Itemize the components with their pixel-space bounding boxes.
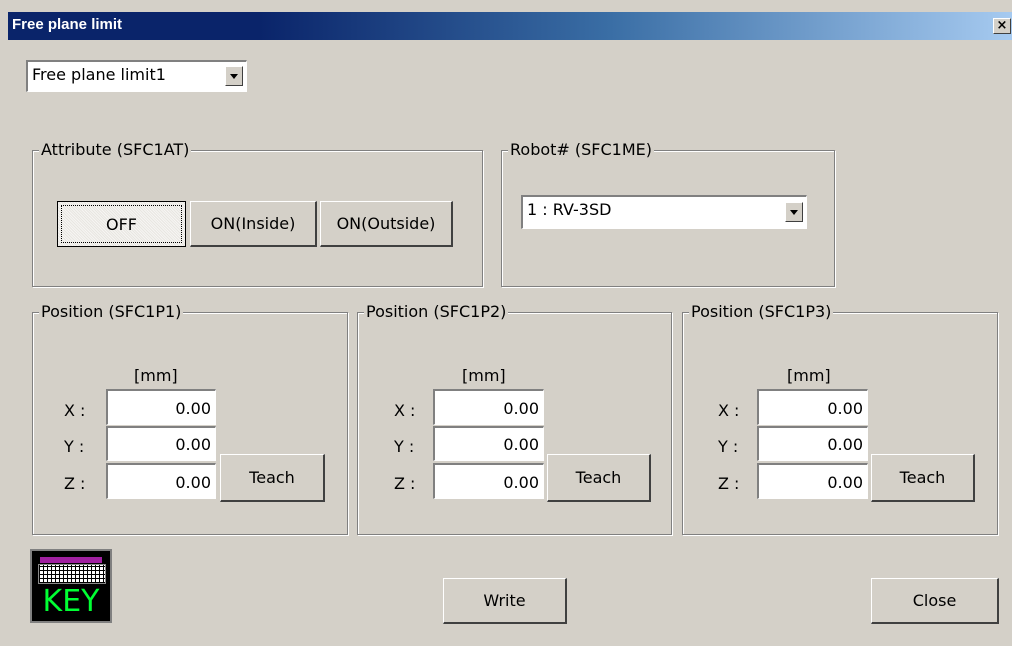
robot-legend: Robot# (SFC1ME) [508, 140, 655, 159]
title-bar: Free plane limit × [8, 12, 1012, 40]
z-label-p1: Z : [64, 474, 86, 493]
attribute-on-inside-button[interactable]: ON(Inside) [190, 201, 317, 247]
y-label-p3: Y : [718, 437, 739, 456]
z-field-p2[interactable]: 0.00 [433, 463, 544, 499]
z-value-p3: 0.00 [827, 473, 863, 492]
key-label: KEY [42, 584, 100, 619]
position-legend-p2: Position (SFC1P2) [364, 302, 509, 321]
z-label-p3: Z : [718, 474, 740, 493]
z-field-p3[interactable]: 0.00 [757, 463, 868, 499]
write-button[interactable]: Write [443, 578, 567, 624]
chevron-down-icon[interactable] [225, 66, 243, 86]
y-field-p1[interactable]: 0.00 [106, 426, 216, 461]
close-button[interactable]: Close [871, 578, 999, 624]
plane-select[interactable]: Free plane limit1 [26, 60, 247, 92]
unit-label-p2: [mm] [462, 366, 506, 385]
keyboard-key-icon[interactable]: KEY [30, 549, 112, 623]
y-label-p2: Y : [394, 437, 415, 456]
plane-select-value: Free plane limit1 [32, 65, 166, 84]
robot-select[interactable]: 1 : RV-3SD [521, 195, 807, 229]
x-value-p2: 0.00 [503, 399, 539, 418]
teach-button-p3[interactable]: Teach [871, 454, 975, 502]
z-value-p1: 0.00 [175, 473, 211, 492]
y-label-p1: Y : [64, 437, 85, 456]
unit-label-p3: [mm] [787, 366, 831, 385]
chevron-down-icon[interactable] [785, 202, 803, 222]
free-plane-limit-dialog: Free plane limit × Free plane limit1 Att… [0, 0, 1012, 646]
z-label-p2: Z : [394, 474, 416, 493]
attribute-on-outside-button[interactable]: ON(Outside) [320, 201, 453, 247]
x-value-p3: 0.00 [827, 399, 863, 418]
attribute-off-button[interactable]: OFF [57, 201, 186, 247]
position-legend-p1: Position (SFC1P1) [39, 302, 184, 321]
y-value-p1: 0.00 [175, 435, 211, 454]
keyboard-keys [38, 564, 106, 584]
teach-button-p1[interactable]: Teach [220, 454, 325, 502]
z-field-p1[interactable]: 0.00 [106, 463, 216, 499]
y-field-p2[interactable]: 0.00 [433, 426, 544, 461]
x-label-p3: X : [718, 401, 740, 420]
close-icon[interactable]: × [993, 18, 1011, 34]
robot-select-value: 1 : RV-3SD [527, 200, 612, 219]
x-field-p1[interactable]: 0.00 [106, 389, 216, 425]
y-field-p3[interactable]: 0.00 [757, 426, 868, 461]
x-field-p3[interactable]: 0.00 [757, 389, 868, 425]
x-value-p1: 0.00 [175, 399, 211, 418]
keyboard-strip [40, 557, 102, 563]
unit-label-p1: [mm] [134, 366, 178, 385]
z-value-p2: 0.00 [503, 473, 539, 492]
x-field-p2[interactable]: 0.00 [433, 389, 544, 425]
y-value-p3: 0.00 [827, 435, 863, 454]
window-title: Free plane limit [12, 16, 123, 33]
teach-button-p2[interactable]: Teach [547, 454, 651, 502]
y-value-p2: 0.00 [503, 435, 539, 454]
x-label-p1: X : [64, 401, 86, 420]
attribute-legend: Attribute (SFC1AT) [39, 140, 192, 159]
x-label-p2: X : [394, 401, 416, 420]
position-legend-p3: Position (SFC1P3) [689, 302, 834, 321]
